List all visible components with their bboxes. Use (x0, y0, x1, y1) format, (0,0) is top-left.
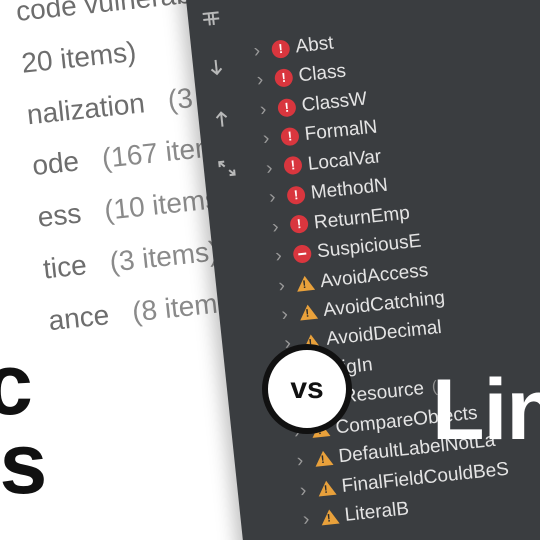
chevron-right-icon[interactable]: › (280, 299, 295, 330)
title-line-2: lysis (0, 425, 46, 504)
warning-icon (317, 478, 337, 498)
category-label: ess (36, 198, 83, 233)
chevron-right-icon[interactable]: › (274, 241, 289, 272)
warning-icon (314, 449, 334, 469)
arrow-down-icon[interactable] (207, 57, 226, 84)
title-static-analysis: tatic lysis (0, 346, 46, 504)
category-label: ance (47, 299, 111, 336)
chevron-right-icon[interactable]: › (295, 446, 310, 477)
chevron-right-icon[interactable]: › (298, 475, 313, 506)
chevron-right-icon[interactable]: › (258, 94, 273, 125)
chevron-right-icon[interactable]: › (277, 270, 292, 301)
category-label: 20 items) (20, 36, 138, 79)
warning-icon (320, 507, 340, 527)
title-linting-text: Lintin (432, 362, 540, 458)
issue-label: Abst (294, 29, 335, 62)
chevron-right-icon[interactable]: › (271, 211, 286, 242)
title-linting: Lintin (432, 361, 540, 460)
chevron-right-icon[interactable]: › (255, 65, 270, 96)
error-icon: ! (289, 215, 309, 235)
category-count: (3 items) (108, 235, 220, 277)
category-label: tice (42, 249, 89, 284)
error-icon: ! (274, 68, 294, 88)
error-icon: ! (280, 127, 300, 147)
error-icon: ! (277, 97, 297, 117)
warning-icon (299, 302, 319, 322)
warning-icon (295, 273, 315, 293)
error-icon: ! (283, 156, 303, 176)
chevron-right-icon[interactable]: › (268, 182, 283, 213)
issue-label: LiteralB (343, 494, 410, 530)
chevron-right-icon[interactable]: › (265, 153, 280, 184)
chevron-right-icon[interactable]: › (252, 36, 267, 67)
minus-circle-icon (292, 244, 312, 264)
chevron-right-icon[interactable]: › (262, 124, 277, 155)
title-line-1: tatic (0, 346, 46, 425)
vs-text: vs (290, 372, 323, 406)
expand-icon[interactable] (217, 158, 237, 183)
category-label: nalization (25, 87, 146, 130)
error-icon: ! (271, 39, 291, 59)
vs-badge: vs (262, 344, 352, 434)
arrow-up-icon[interactable] (213, 108, 232, 135)
category-label: ode (31, 146, 81, 182)
chevron-right-icon[interactable]: › (302, 504, 317, 535)
error-icon: ! (286, 185, 306, 205)
align-icon[interactable] (200, 10, 222, 33)
